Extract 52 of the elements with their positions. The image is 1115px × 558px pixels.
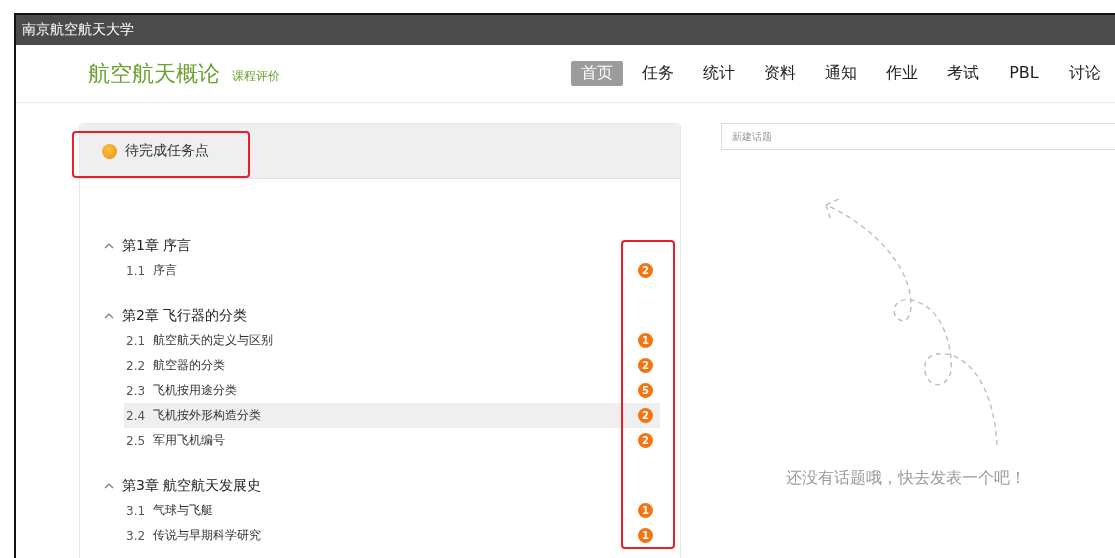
section-title: 军用飞机编号 <box>153 432 225 449</box>
section-row[interactable]: 2.1 航空航天的定义与区别 1 <box>124 328 660 353</box>
section-title: 气球与飞艇 <box>153 502 213 519</box>
section-row[interactable]: 2.2 航空器的分类 2 <box>124 353 660 378</box>
section-title: 航空器的分类 <box>153 357 225 374</box>
task-count-badge: 2 <box>638 358 653 373</box>
section-row[interactable]: 1.1 序言 2 <box>124 258 660 283</box>
nav-tab[interactable]: 作业 <box>876 61 928 86</box>
task-count-badge: 1 <box>638 503 653 518</box>
caret-up-icon[interactable] <box>104 242 114 249</box>
status-dot-icon <box>102 143 117 159</box>
chapter-title[interactable]: 第2章 飞行器的分类 <box>122 306 248 325</box>
nav-tab[interactable]: 考试 <box>937 61 989 86</box>
section-number: 2.5 <box>126 433 147 448</box>
task-count-badge: 1 <box>638 333 653 348</box>
university-name: 南京航空航天大学 <box>22 21 134 39</box>
section-number: 1.1 <box>126 263 147 278</box>
section-row[interactable]: 2.4 飞机按外形构造分类 2 <box>124 403 660 428</box>
course-title: 航空航天概论 <box>88 59 220 88</box>
nav-tab[interactable]: 通知 <box>815 61 867 86</box>
empty-message: 还没有话题哦，快去发表一个吧！ <box>785 468 1026 489</box>
task-count-badge: 1 <box>638 528 653 543</box>
section-number: 2.1 <box>126 333 147 348</box>
section-number: 2.2 <box>126 358 147 373</box>
nav-tab[interactable]: 统计 <box>693 61 745 86</box>
nav-tab[interactable]: PBL <box>998 61 1050 86</box>
section-number: 3.2 <box>126 528 147 543</box>
section-row[interactable]: 2.3 飞机按用途分类 5 <box>124 378 660 403</box>
section-number: 2.4 <box>126 408 147 423</box>
section-row[interactable]: 2.5 军用飞机编号 2 <box>124 428 660 453</box>
caret-up-icon[interactable] <box>104 312 114 319</box>
section-title: 飞机按外形构造分类 <box>153 407 261 424</box>
panel-title: 待完成任务点 <box>125 142 209 160</box>
section-number: 2.3 <box>126 383 147 398</box>
nav-tab[interactable]: 讨论 <box>1059 61 1111 86</box>
task-count-badge: 2 <box>638 408 653 423</box>
nav-tab[interactable]: 任务 <box>632 61 684 86</box>
task-count-badge: 2 <box>638 263 653 278</box>
section-title: 序言 <box>153 262 177 279</box>
new-topic-field[interactable]: 新建话题 <box>721 123 1115 150</box>
section-title: 航空航天的定义与区别 <box>153 332 273 349</box>
caret-up-icon[interactable] <box>104 482 114 489</box>
task-count-badge: 5 <box>638 383 653 398</box>
section-title: 传说与早期科学研究 <box>153 527 261 544</box>
section-row[interactable]: 3.2 传说与早期科学研究 1 <box>124 523 660 548</box>
chapter-title[interactable]: 第3章 航空航天发展史 <box>122 476 262 495</box>
section-title: 飞机按用途分类 <box>153 382 237 399</box>
chapter-title[interactable]: 第1章 序言 <box>122 236 192 255</box>
section-number: 3.1 <box>126 503 147 518</box>
nav-tab[interactable]: 资料 <box>754 61 806 86</box>
section-row[interactable]: 3.1 气球与飞艇 1 <box>124 498 660 523</box>
task-count-badge: 2 <box>638 433 653 448</box>
